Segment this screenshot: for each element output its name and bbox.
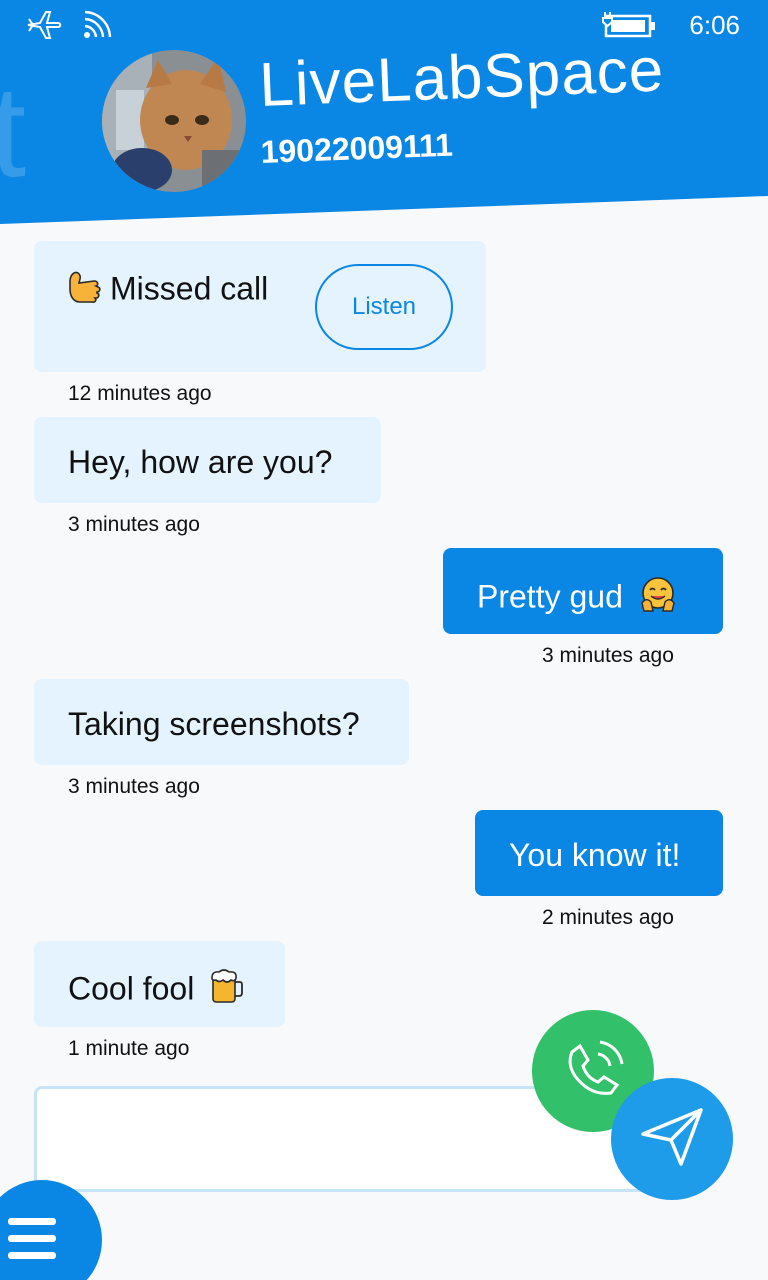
- menu-button[interactable]: [0, 1180, 102, 1280]
- contact-number: 19022009111: [260, 126, 454, 170]
- status-bar: 6:06: [0, 0, 768, 50]
- message-timestamp: 3 minutes ago: [542, 644, 674, 667]
- incoming-message: Taking screenshots?: [34, 679, 409, 765]
- incoming-message: Cool fool: [34, 941, 285, 1027]
- beer-mug-emoji-icon: [209, 968, 245, 1014]
- message-text: Taking screenshots?: [68, 706, 360, 742]
- battery-charging-icon: [602, 8, 658, 42]
- hamburger-icon: [8, 1218, 56, 1269]
- send-icon: [637, 1102, 707, 1176]
- airplane-icon: [26, 8, 62, 42]
- message-text: You know it!: [509, 837, 681, 873]
- outgoing-message: Pretty gud: [443, 548, 723, 634]
- message-text: Hey, how are you?: [68, 444, 333, 480]
- outgoing-message: You know it!: [475, 810, 723, 896]
- clock: 6:06: [689, 10, 740, 40]
- wifi-icon: [82, 8, 114, 42]
- contact-avatar[interactable]: [102, 50, 246, 192]
- header-ghost-text: t: [0, 58, 27, 204]
- message-timestamp: 12 minutes ago: [68, 382, 212, 405]
- message-text: Pretty gud: [477, 578, 623, 615]
- phone-hand-icon: [68, 269, 102, 313]
- missed-call-label: Missed call: [110, 270, 269, 307]
- message-timestamp: 3 minutes ago: [68, 513, 200, 536]
- message-timestamp: 2 minutes ago: [542, 906, 674, 929]
- incoming-message: Hey, how are you?: [34, 417, 381, 503]
- message-text: Cool fool: [68, 970, 195, 1007]
- send-button[interactable]: [611, 1078, 733, 1200]
- message-timestamp: 1 minute ago: [68, 1037, 190, 1060]
- message-timestamp: 3 minutes ago: [68, 775, 200, 798]
- hugging-face-emoji-icon: [638, 575, 678, 623]
- listen-button[interactable]: Listen: [315, 264, 453, 350]
